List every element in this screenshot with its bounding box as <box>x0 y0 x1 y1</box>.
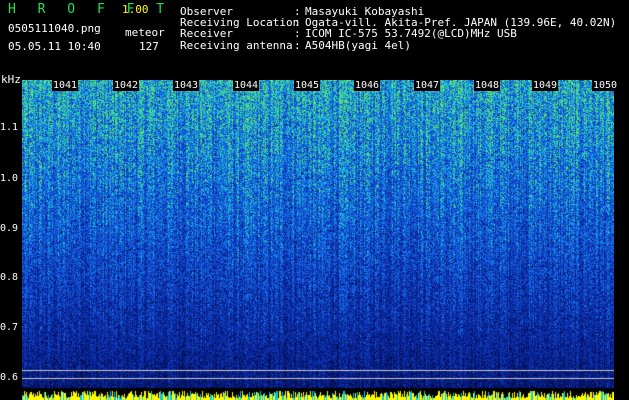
receiver-label: Receiver <box>180 27 233 40</box>
receiver-colon: : <box>294 27 301 40</box>
receiver-value: ICOM IC-575 53.7492(@LCD)MHz USB <box>305 27 517 40</box>
y-tick-label: 0.7 <box>0 322 19 333</box>
minute-label: 1043 <box>173 80 200 91</box>
antenna-colon: : <box>294 39 301 52</box>
meteor-counter-label: meteor <box>125 26 165 39</box>
antenna-value: A504HB(yagi 4el) <box>305 39 411 52</box>
minute-label: 1041 <box>52 80 79 91</box>
minute-label: 1050 <box>592 80 619 91</box>
meteor-counter-value: 127 <box>139 40 159 53</box>
antenna-label: Receiving antenna <box>180 39 293 52</box>
y-tick-label: 1.1 <box>0 122 19 133</box>
y-tick-label: 1.0 <box>0 173 19 184</box>
y-tick-label: 0.6 <box>0 372 19 383</box>
frequency-unit: kHz <box>1 73 21 86</box>
file-name: 0505111040.png <box>8 22 101 35</box>
minute-label: 1048 <box>474 80 501 91</box>
minute-label: 1046 <box>354 80 381 91</box>
hroft-window: H R O F F T 1.00 0505111040.png meteor 0… <box>0 0 629 400</box>
minute-label: 1049 <box>532 80 559 91</box>
minute-label: 1042 <box>113 80 140 91</box>
minute-label: 1045 <box>294 80 321 91</box>
y-tick-label: 0.9 <box>0 223 19 234</box>
app-version: 1.00 <box>122 3 149 16</box>
y-tick-label: 0.8 <box>0 272 19 283</box>
spectrogram-image <box>22 80 614 400</box>
capture-datetime: 05.05.11 10:40 <box>8 40 101 53</box>
minute-label: 1047 <box>414 80 441 91</box>
minute-label: 1044 <box>233 80 260 91</box>
